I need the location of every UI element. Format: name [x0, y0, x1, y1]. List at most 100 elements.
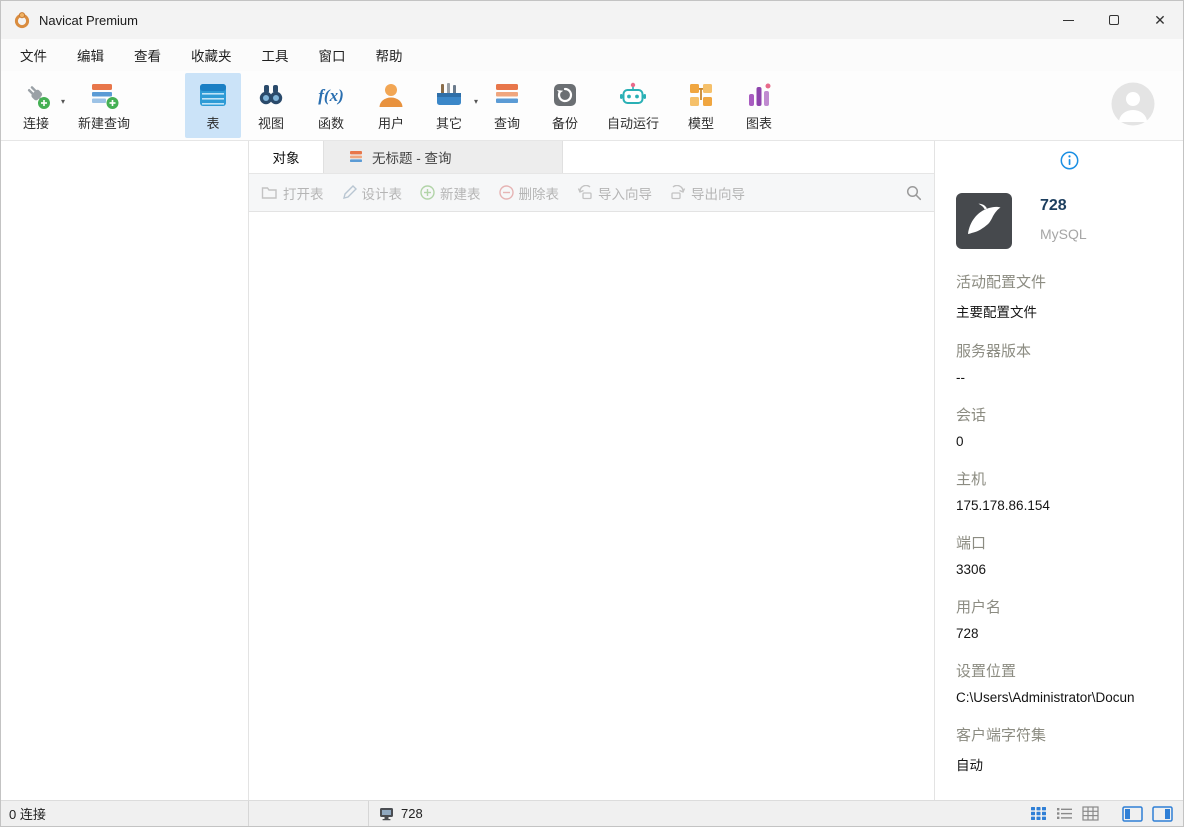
button-label: 打开表 — [283, 183, 324, 203]
automation-icon — [617, 78, 649, 112]
table-icon — [197, 78, 229, 112]
button-label: 删除表 — [519, 183, 560, 203]
pane-toggle-buttons — [1113, 806, 1173, 822]
menu-file[interactable]: 文件 — [5, 39, 62, 71]
prop-server-version: 服务器版本 -- — [956, 340, 1183, 385]
prop-label: 客户端字符集 — [956, 724, 1183, 745]
toolbar-item-others[interactable]: ▾ 其它 — [421, 73, 477, 138]
prop-label: 端口 — [956, 532, 1183, 553]
toolbar-item-label: 模型 — [688, 113, 714, 132]
export-wizard-button[interactable]: 导出向导 — [670, 183, 745, 203]
search-button[interactable] — [906, 185, 922, 201]
info-icon[interactable] — [1060, 151, 1079, 173]
pencil-icon — [342, 185, 357, 200]
close-icon: ✕ — [1154, 13, 1166, 27]
object-toolbar: 打开表 设计表 — [249, 174, 934, 212]
toolbar-item-connection[interactable]: ▾ 连接 — [8, 73, 64, 138]
tab-label: 无标题 - 查询 — [372, 147, 452, 167]
model-icon — [685, 78, 717, 112]
menu-tools[interactable]: 工具 — [247, 39, 304, 71]
import-wizard-button[interactable]: 导入向导 — [577, 183, 652, 203]
chevron-down-icon[interactable]: ▾ — [61, 97, 65, 106]
toolbar-item-label: 视图 — [258, 113, 284, 132]
prop-value: 175.178.86.154 — [956, 498, 1183, 513]
prop-value: 0 — [956, 434, 1183, 449]
grid-view-icon[interactable] — [1030, 806, 1047, 821]
prop-value: 728 — [956, 626, 1183, 641]
toolbar-item-label: 新建查询 — [78, 113, 130, 132]
views-icon — [255, 78, 287, 112]
export-icon — [670, 185, 686, 200]
delete-table-button[interactable]: 删除表 — [499, 183, 560, 203]
prop-port: 端口 3306 — [956, 532, 1183, 577]
maximize-button[interactable] — [1091, 1, 1137, 39]
toolbar-item-charts[interactable]: 图表 — [731, 73, 787, 138]
window-controls: ✕ — [1045, 1, 1183, 39]
toolbar-item-new-query[interactable]: 新建查询 — [66, 73, 142, 138]
toolbar-item-label: 函数 — [318, 113, 344, 132]
prop-label: 会话 — [956, 404, 1183, 425]
button-label: 导入向导 — [598, 183, 652, 203]
toolbar-item-users[interactable]: 用户 — [363, 73, 419, 138]
titlebar: Navicat Premium ✕ — [1, 1, 1183, 39]
toolbar-item-label: 表 — [207, 113, 220, 132]
toolbar-item-functions[interactable]: f(x) 函数 — [301, 73, 361, 138]
button-label: 导出向导 — [691, 183, 745, 203]
tab-untitled-query[interactable]: 无标题 - 查询 — [323, 141, 563, 173]
toolbar-item-views[interactable]: 视图 — [243, 73, 299, 138]
main-area: 对象 无标题 - 查询 — [1, 141, 1183, 800]
tab-bar: 对象 无标题 - 查询 — [249, 141, 934, 174]
function-icon: f(x) — [313, 78, 349, 112]
list-view-icon[interactable] — [1056, 806, 1073, 821]
menu-view[interactable]: 查看 — [119, 39, 176, 71]
prop-host: 主机 175.178.86.154 — [956, 468, 1183, 513]
menu-edit[interactable]: 编辑 — [62, 39, 119, 71]
users-icon — [375, 78, 407, 112]
toolbar-item-tables[interactable]: 表 — [185, 73, 241, 138]
toggle-left-pane-icon[interactable] — [1122, 806, 1143, 822]
prop-label: 用户名 — [956, 596, 1183, 617]
toolbar-item-label: 图表 — [746, 113, 772, 132]
toolbar-item-label: 其它 — [436, 113, 462, 132]
charts-icon — [743, 78, 775, 112]
menu-favorites[interactable]: 收藏夹 — [176, 39, 247, 71]
main-toolbar: ▾ 连接 新建查询 — [1, 71, 1183, 141]
prop-value: 3306 — [956, 562, 1183, 577]
toolbar-item-label: 备份 — [552, 113, 578, 132]
menubar: 文件 编辑 查看 收藏夹 工具 窗口 帮助 — [1, 39, 1183, 71]
toolbar-item-automation[interactable]: 自动运行 — [595, 73, 671, 138]
status-server-name: 728 — [401, 806, 423, 821]
prop-label: 服务器版本 — [956, 340, 1183, 361]
toolbar-item-backup[interactable]: 备份 — [537, 73, 593, 138]
detail-view-icon[interactable] — [1082, 806, 1099, 821]
toggle-right-pane-icon[interactable] — [1152, 806, 1173, 822]
query-icon — [491, 78, 523, 112]
design-table-button[interactable]: 设计表 — [342, 183, 403, 203]
objects-list-area[interactable] — [249, 212, 934, 800]
tab-objects[interactable]: 对象 — [249, 141, 323, 173]
prop-sessions: 会话 0 — [956, 404, 1183, 449]
user-account-button[interactable] — [1111, 82, 1155, 129]
open-table-button[interactable]: 打开表 — [261, 183, 324, 203]
status-bar: 0 连接 728 — [1, 800, 1183, 826]
toolbar-item-label: 用户 — [378, 113, 404, 132]
query-tab-icon — [348, 149, 364, 165]
minimize-button[interactable] — [1045, 1, 1091, 39]
new-table-button[interactable]: 新建表 — [420, 183, 481, 203]
prop-value: -- — [956, 370, 1183, 385]
prop-active-profile: 活动配置文件 主要配置文件 — [956, 271, 1183, 321]
toolbar-item-model[interactable]: 模型 — [673, 73, 729, 138]
close-button[interactable]: ✕ — [1137, 1, 1183, 39]
others-icon — [433, 78, 465, 112]
prop-label: 活动配置文件 — [956, 271, 1183, 292]
import-icon — [577, 185, 593, 200]
menu-help[interactable]: 帮助 — [361, 39, 418, 71]
mysql-logo-icon — [956, 193, 1012, 252]
maximize-icon — [1109, 15, 1119, 25]
prop-value: C:\Users\Administrator\Docun — [956, 690, 1183, 705]
connections-sidebar[interactable] — [1, 141, 249, 800]
menu-window[interactable]: 窗口 — [304, 39, 361, 71]
button-label: 设计表 — [362, 183, 403, 203]
chevron-down-icon[interactable]: ▾ — [474, 97, 478, 106]
toolbar-item-query[interactable]: 查询 — [479, 73, 535, 138]
